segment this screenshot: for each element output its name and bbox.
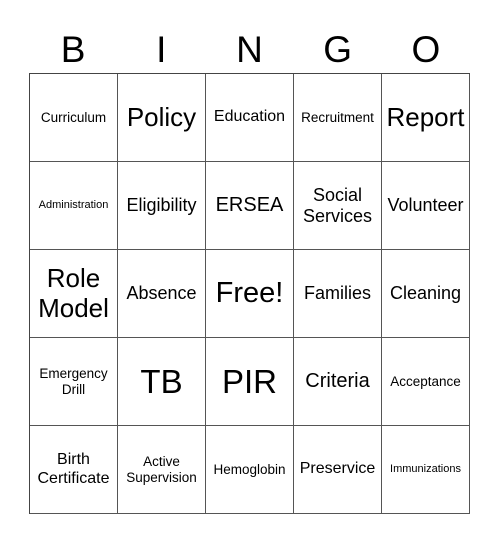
bingo-cell[interactable]: Birth Certificate	[30, 426, 118, 514]
bingo-cell[interactable]: Policy	[118, 74, 206, 162]
bingo-cell[interactable]: Social Services	[294, 162, 382, 250]
bingo-cell[interactable]: Acceptance	[382, 338, 470, 426]
bingo-cell[interactable]: TB	[118, 338, 206, 426]
bingo-cell[interactable]: Active Supervision	[118, 426, 206, 514]
bingo-cell[interactable]: Emergency Drill	[30, 338, 118, 426]
header-letter-i: I	[156, 29, 167, 70]
bingo-cell[interactable]: Families	[294, 250, 382, 338]
bingo-cell[interactable]: Absence	[118, 250, 206, 338]
bingo-cell[interactable]: Report	[382, 74, 470, 162]
header-letter-o: O	[411, 29, 441, 70]
bingo-cell[interactable]: Administration	[30, 162, 118, 250]
bingo-cell[interactable]: Preservice	[294, 426, 382, 514]
bingo-cell[interactable]: Immunizations	[382, 426, 470, 514]
bingo-cell[interactable]: Cleaning	[382, 250, 470, 338]
bingo-cell[interactable]: Education	[206, 74, 294, 162]
bingo-cell[interactable]: Criteria	[294, 338, 382, 426]
bingo-cell[interactable]: ERSEA	[206, 162, 294, 250]
bingo-cell[interactable]: Role Model	[30, 250, 118, 338]
bingo-cell[interactable]: Recruitment	[294, 74, 382, 162]
bingo-cell[interactable]: Eligibility	[118, 162, 206, 250]
bingo-header: B I N G O	[29, 28, 470, 72]
bingo-cell[interactable]: Hemoglobin	[206, 426, 294, 514]
header-letter-b: B	[60, 29, 86, 70]
header-letter-n: N	[236, 29, 263, 70]
free-space-cell[interactable]: Free!	[206, 250, 294, 338]
header-letter-g: G	[323, 29, 353, 70]
bingo-cell[interactable]: Curriculum	[30, 74, 118, 162]
bingo-board: Curriculum Policy Education Recruitment …	[29, 73, 470, 514]
bingo-cell[interactable]: Volunteer	[382, 162, 470, 250]
bingo-cell[interactable]: PIR	[206, 338, 294, 426]
